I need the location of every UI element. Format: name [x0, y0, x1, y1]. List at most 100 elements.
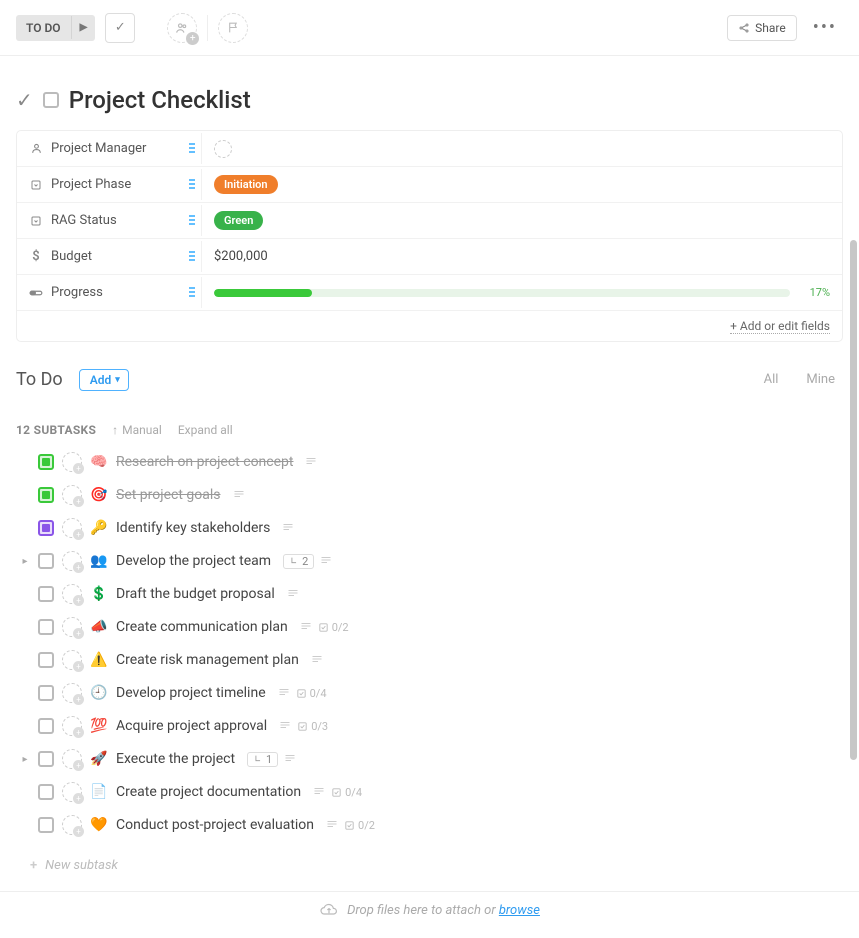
drag-handle-icon[interactable] [189, 251, 195, 263]
task-assignee-button[interactable] [62, 782, 82, 802]
field-label: Progress [17, 277, 202, 308]
task-name[interactable]: Acquire project approval [116, 718, 267, 734]
field-value-project-manager[interactable] [202, 134, 842, 164]
phase-pill: Initiation [214, 175, 278, 194]
assignees-button[interactable] [167, 13, 197, 43]
dropdown-icon [29, 178, 43, 192]
attachments-dropzone[interactable]: Drop files here to attach or browse [16, 892, 843, 938]
task-checkbox[interactable] [38, 652, 54, 668]
task-assignee-button[interactable] [62, 815, 82, 835]
task-name[interactable]: Execute the project [116, 751, 235, 767]
checklist-count[interactable]: 0/4 [331, 786, 362, 799]
task-name[interactable]: Create communication plan [116, 619, 288, 635]
progress-icon [29, 286, 43, 300]
task-meta [305, 456, 317, 469]
add-edit-fields-link[interactable]: + Add or edit fields [730, 319, 830, 334]
task-name[interactable]: Research on project concept [116, 454, 293, 470]
expand-caret-icon[interactable]: ▸ [20, 556, 30, 567]
page-title[interactable]: Project Checklist [69, 86, 251, 114]
task-assignee-button[interactable] [62, 518, 82, 538]
task-checkbox[interactable] [38, 751, 54, 767]
task-emoji-icon: 👥 [90, 553, 108, 569]
new-subtask-input[interactable]: + New subtask [16, 840, 843, 891]
toolbar: TO DO ▶ ✓ Share ••• [0, 0, 859, 56]
checklist-count[interactable]: 0/2 [318, 621, 349, 634]
field-value-project-phase[interactable]: Initiation [202, 169, 842, 200]
field-value-progress[interactable]: 17% [202, 280, 842, 305]
task-name[interactable]: Conduct post-project evaluation [116, 817, 314, 833]
task-emoji-icon: 🔑 [90, 520, 108, 536]
task-meta: 0/2 [326, 819, 375, 832]
mark-complete-button[interactable]: ✓ [105, 13, 135, 43]
expand-caret-icon[interactable]: ▸ [20, 754, 30, 765]
description-icon [326, 819, 338, 832]
task-emoji-icon: 🎯 [90, 487, 108, 503]
task-name[interactable]: Set project goals [116, 487, 221, 503]
drag-handle-icon[interactable] [189, 215, 195, 227]
title-row: ✓ Project Checklist [16, 56, 843, 130]
task-assignee-button[interactable] [62, 716, 82, 736]
task-checkbox[interactable] [38, 454, 54, 470]
task-checkbox[interactable] [38, 553, 54, 569]
title-checkbox-icon [43, 92, 59, 108]
title-check-icon: ✓ [16, 88, 33, 112]
field-value-rag-status[interactable]: Green [202, 205, 842, 236]
add-task-button[interactable]: Add ▾ [79, 369, 129, 391]
task-checkbox[interactable] [38, 487, 54, 503]
task-assignee-button[interactable] [62, 617, 82, 637]
task-checkbox[interactable] [38, 586, 54, 602]
task-name[interactable]: Identify key stakeholders [116, 520, 270, 536]
task-checkbox[interactable] [38, 520, 54, 536]
browse-link[interactable]: browse [499, 903, 540, 918]
cloud-upload-icon [319, 902, 339, 918]
drag-handle-icon[interactable] [189, 179, 195, 191]
checklist-count[interactable]: 0/2 [344, 819, 375, 832]
task-checkbox[interactable] [38, 718, 54, 734]
task-meta: 1 [247, 752, 296, 767]
task-meta: 2 [283, 554, 332, 569]
task-assignee-button[interactable] [62, 584, 82, 604]
subtask-count-badge[interactable]: 2 [283, 554, 314, 569]
task-assignee-button[interactable] [62, 683, 82, 703]
task-assignee-button[interactable] [62, 485, 82, 505]
progress-percent: 17% [800, 286, 830, 299]
task-checkbox[interactable] [38, 784, 54, 800]
more-menu-button[interactable]: ••• [807, 17, 843, 38]
task-assignee-button[interactable] [62, 452, 82, 472]
task-row: 📣Create communication plan0/2 [20, 612, 843, 642]
priority-button[interactable] [218, 13, 248, 43]
task-name[interactable]: Create project documentation [116, 784, 301, 800]
task-row: ▸ 👥 Develop the project team 2 [20, 546, 843, 576]
task-name[interactable]: Draft the budget proposal [116, 586, 275, 602]
task-checkbox[interactable] [38, 685, 54, 701]
drag-handle-icon[interactable] [189, 143, 195, 155]
task-meta: 0/4 [313, 786, 362, 799]
task-name[interactable]: Develop project timeline [116, 685, 266, 701]
status-chip[interactable]: TO DO ▶ [16, 15, 95, 41]
task-assignee-button[interactable] [62, 650, 82, 670]
scrollbar[interactable] [850, 240, 857, 760]
task-emoji-icon: 🚀 [90, 751, 108, 767]
progress-bar [214, 289, 790, 297]
checklist-count[interactable]: 0/3 [297, 720, 328, 733]
share-button[interactable]: Share [727, 15, 797, 41]
task-checkbox[interactable] [38, 619, 54, 635]
filter-all-tab[interactable]: All [756, 368, 787, 391]
sort-selector[interactable]: ↑ Manual [112, 423, 162, 437]
task-assignee-button[interactable] [62, 551, 82, 571]
task-assignee-button[interactable] [62, 749, 82, 769]
expand-all-button[interactable]: Expand all [178, 423, 233, 437]
rag-pill: Green [214, 211, 263, 230]
checklist-count[interactable]: 0/4 [296, 687, 327, 700]
task-name[interactable]: Develop the project team [116, 553, 271, 569]
task-name[interactable]: Create risk management plan [116, 652, 299, 668]
field-value-budget[interactable]: $200,000 [202, 243, 842, 270]
task-checkbox[interactable] [38, 817, 54, 833]
subtask-count-badge[interactable]: 1 [247, 752, 278, 767]
drag-handle-icon[interactable] [189, 287, 195, 299]
subtasks-subhead: 12 SUBTASKS ↑ Manual Expand all [16, 397, 843, 447]
task-row: 🔑 Identify key stakeholders [20, 513, 843, 543]
filter-mine-tab[interactable]: Mine [798, 368, 843, 391]
status-chip-arrow[interactable]: ▶ [71, 16, 96, 39]
task-row: 💯Acquire project approval0/3 [20, 711, 843, 741]
